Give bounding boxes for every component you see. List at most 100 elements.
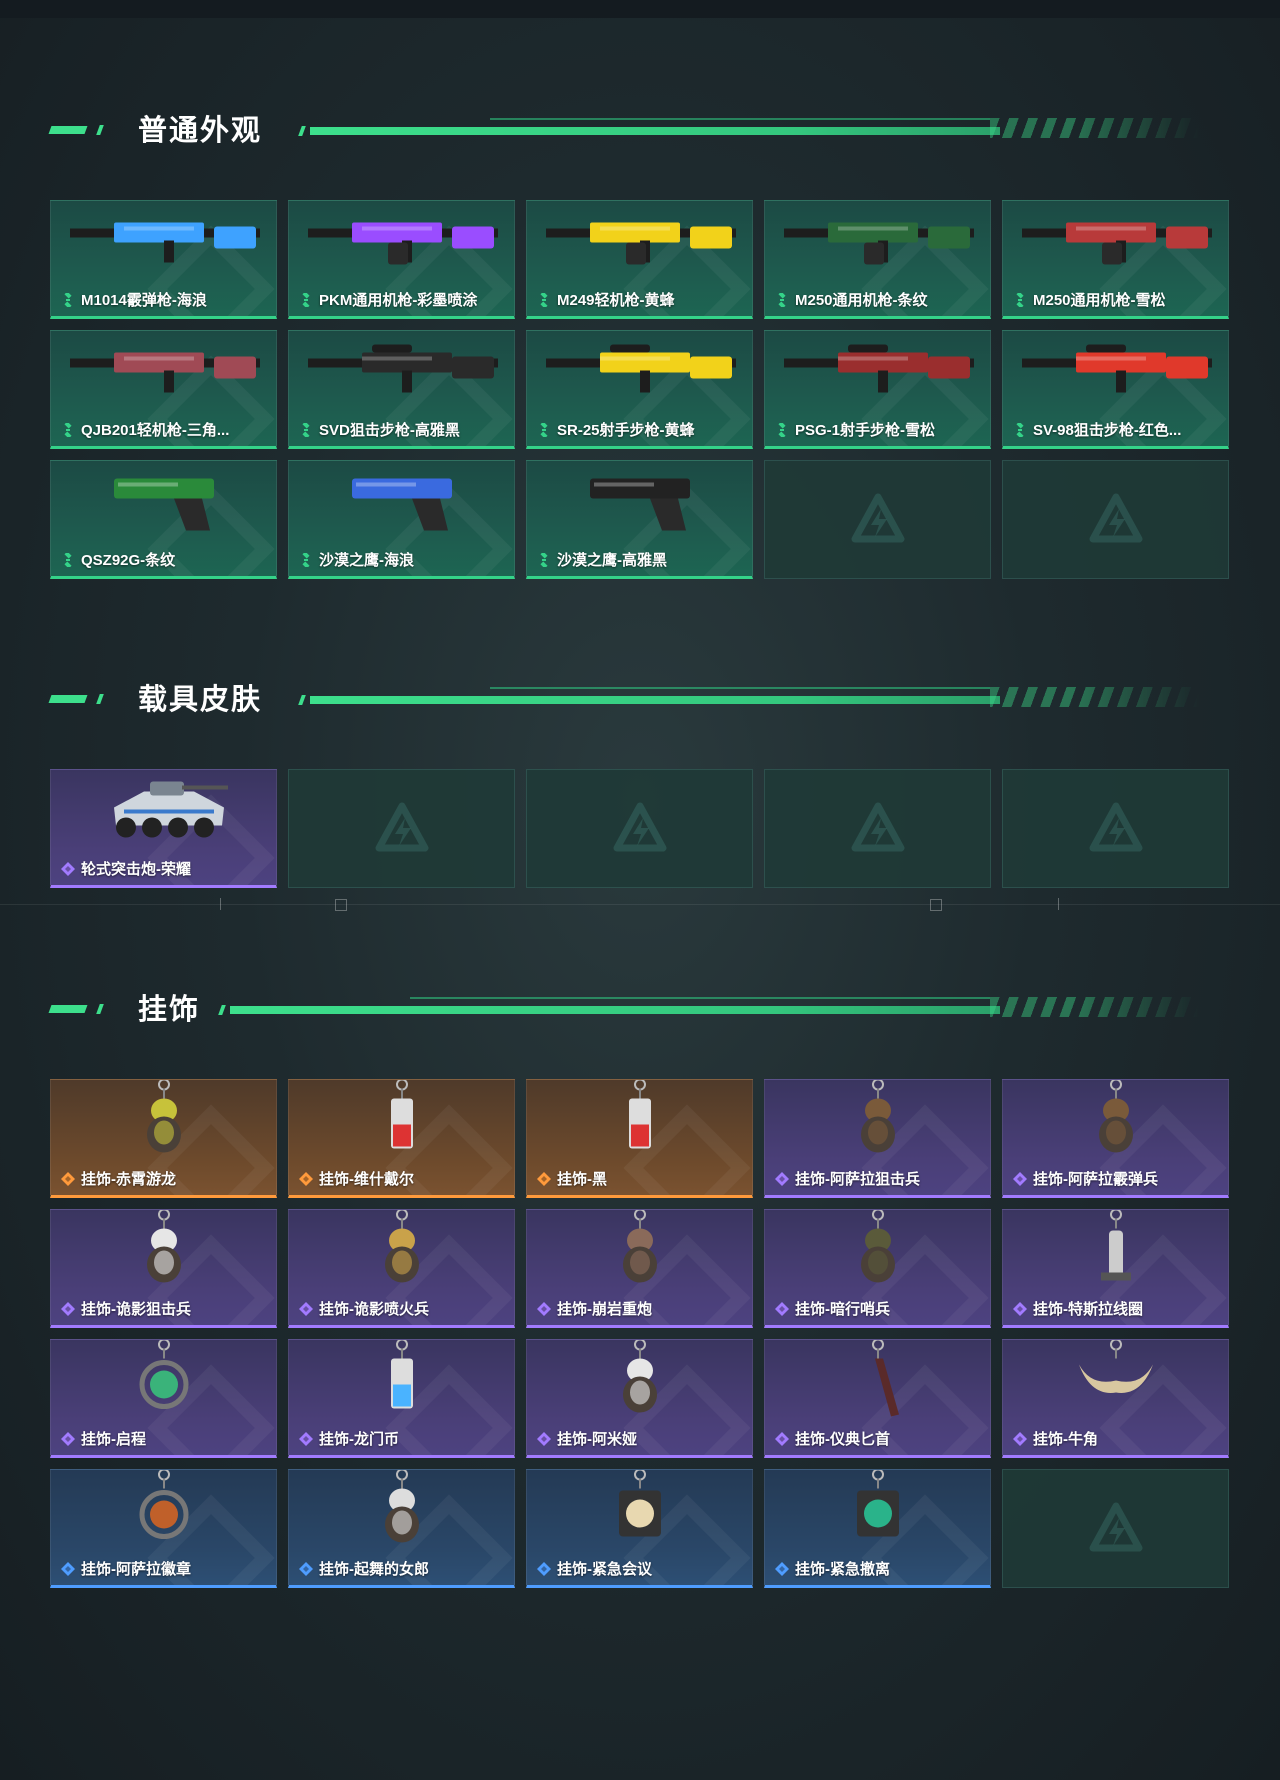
item-card[interactable]: 挂饰-龙门币 [288, 1339, 515, 1458]
item-card[interactable]: 挂饰-牛角 [1002, 1339, 1229, 1458]
item-card[interactable]: 挂饰-阿萨拉霰弹兵 [1002, 1079, 1229, 1198]
header-dash [48, 1005, 88, 1013]
item-name: 挂饰-仪典匕首 [795, 1431, 890, 1448]
item-label: SR-25射手步枪-黄蜂 [537, 419, 746, 440]
machine-gun-icon [302, 205, 502, 280]
item-label: 挂饰-崩岩重炮 [537, 1298, 746, 1319]
item-card[interactable]: M249轻机枪-黄蜂 [526, 200, 753, 319]
item-card[interactable]: SVD狙击步枪-高雅黑 [288, 330, 515, 449]
empty-slot[interactable] [1002, 769, 1229, 888]
item-name: 挂饰-诡影喷火兵 [319, 1301, 429, 1318]
empty-slot[interactable] [1002, 1469, 1229, 1588]
charm-badge-icon [119, 1470, 209, 1556]
item-label: 挂饰-阿萨拉狙击兵 [775, 1168, 984, 1189]
skin-grid: 轮式突击炮-荣耀 [50, 769, 1229, 888]
item-card[interactable]: SR-25射手步枪-黄蜂 [526, 330, 753, 449]
item-card[interactable]: 挂饰-阿萨拉狙击兵 [764, 1079, 991, 1198]
item-card[interactable]: QSZ92G-条纹 [50, 460, 277, 579]
item-card[interactable]: 轮式突击炮-荣耀 [50, 769, 277, 888]
empty-slot[interactable] [288, 769, 515, 888]
item-card[interactable]: 挂饰-特斯拉线圈 [1002, 1209, 1229, 1328]
item-label: 挂饰-阿萨拉霰弹兵 [1013, 1168, 1222, 1189]
item-name: SR-25射手步枪-黄蜂 [557, 422, 695, 439]
rarity-diamond-icon [61, 290, 75, 309]
item-name: 挂饰-诡影狙击兵 [81, 1301, 191, 1318]
item-name: 挂饰-起舞的女郎 [319, 1561, 429, 1578]
item-name: 沙漠之鹰-高雅黑 [557, 552, 667, 569]
skin-grid: M1014霰弹枪-海浪 PKM通用机枪-彩墨喷涂 M249轻机枪-黄蜂 M250通用机… [50, 200, 1229, 579]
item-label: PSG-1射手步枪-雪松 [775, 419, 984, 440]
item-card[interactable]: 挂饰-赤霄游龙 [50, 1079, 277, 1198]
item-card[interactable]: 沙漠之鹰-海浪 [288, 460, 515, 579]
charm-card-icon [357, 1080, 447, 1166]
charm-bunny-icon [595, 1340, 685, 1426]
placeholder-logo-icon [613, 802, 667, 856]
item-name: 挂饰-龙门币 [319, 1431, 399, 1448]
item-card[interactable]: 挂饰-暗行哨兵 [764, 1209, 991, 1328]
sniper-icon [540, 335, 740, 410]
empty-slot[interactable] [1002, 460, 1229, 579]
rarity-diamond-icon [299, 1431, 313, 1446]
empty-slot[interactable] [526, 769, 753, 888]
item-label: 挂饰-特斯拉线圈 [1013, 1298, 1222, 1319]
item-card[interactable]: PSG-1射手步枪-雪松 [764, 330, 991, 449]
rifle-icon [64, 335, 264, 410]
item-card[interactable]: 挂饰-仪典匕首 [764, 1339, 991, 1458]
item-card[interactable]: 挂饰-阿米娅 [526, 1339, 753, 1458]
rarity-diamond-icon [61, 550, 75, 569]
charm-bottle-icon [357, 1340, 447, 1426]
item-card[interactable]: 挂饰-起舞的女郎 [288, 1469, 515, 1588]
divider-square [335, 899, 347, 911]
top-band [0, 0, 1280, 18]
rarity-diamond-icon [1013, 1301, 1027, 1316]
item-label: 挂饰-牛角 [1013, 1428, 1222, 1449]
rarity-diamond-icon [537, 1171, 551, 1186]
item-card[interactable]: SV-98狙击步枪-红色... [1002, 330, 1229, 449]
item-card[interactable]: 挂饰-诡影喷火兵 [288, 1209, 515, 1328]
item-card[interactable]: 挂饰-黑 [526, 1079, 753, 1198]
item-card[interactable]: 沙漠之鹰-高雅黑 [526, 460, 753, 579]
empty-slot[interactable] [764, 769, 991, 888]
charm-medal-icon [119, 1340, 209, 1426]
placeholder-logo-icon [1089, 802, 1143, 856]
header-bar [218, 997, 1200, 1017]
item-name: 轮式突击炮-荣耀 [81, 861, 191, 878]
item-card[interactable]: M250通用机枪-条纹 [764, 200, 991, 319]
item-label: 挂饰-仪典匕首 [775, 1428, 984, 1449]
charm-meeting-icon [595, 1470, 685, 1556]
rarity-diamond-icon [61, 1431, 75, 1446]
item-card[interactable]: 挂饰-维什戴尔 [288, 1079, 515, 1198]
item-label: 挂饰-紧急会议 [537, 1558, 746, 1579]
item-card[interactable]: 挂饰-紧急撤离 [764, 1469, 991, 1588]
item-label: M250通用机枪-雪松 [1013, 289, 1222, 310]
item-card[interactable]: 挂饰-紧急会议 [526, 1469, 753, 1588]
charm-figure-icon [595, 1210, 685, 1296]
section-normal-skins: 普通外观 M1014霰弹枪-海浪 PKM通用机枪-彩墨喷涂 M249轻机枪-黄蜂 M2… [48, 108, 1230, 579]
item-name: QJB201轻机枪-三角... [81, 422, 230, 439]
item-label: 沙漠之鹰-高雅黑 [537, 549, 746, 570]
section-charms: 挂饰 挂饰-赤霄游龙 挂饰-维什戴尔 挂饰-黑 挂饰-阿萨拉狙击兵 挂饰-阿萨拉霰弹兵挂… [48, 987, 1230, 1588]
item-card[interactable]: 挂饰-启程 [50, 1339, 277, 1458]
item-label: 挂饰-维什戴尔 [299, 1168, 508, 1189]
charm-bird-icon [119, 1210, 209, 1296]
pistol-icon [64, 465, 264, 540]
item-card[interactable]: PKM通用机枪-彩墨喷涂 [288, 200, 515, 319]
rarity-diamond-icon [775, 1431, 789, 1446]
empty-slot[interactable] [764, 460, 991, 579]
charm-soldier-icon [833, 1080, 923, 1166]
pistol-icon [540, 465, 740, 540]
item-card[interactable]: M1014霰弹枪-海浪 [50, 200, 277, 319]
item-name: M1014霰弹枪-海浪 [81, 292, 207, 309]
item-name: PKM通用机枪-彩墨喷涂 [319, 292, 478, 309]
item-card[interactable]: QJB201轻机枪-三角... [50, 330, 277, 449]
item-card[interactable]: M250通用机枪-雪松 [1002, 200, 1229, 319]
rarity-diamond-icon [61, 1561, 75, 1576]
item-name: 挂饰-赤霄游龙 [81, 1171, 176, 1188]
rarity-diamond-icon [537, 1431, 551, 1446]
item-card[interactable]: 挂饰-阿萨拉徽章 [50, 1469, 277, 1588]
item-name: 挂饰-阿米娅 [557, 1431, 637, 1448]
section-header: 挂饰 [48, 987, 1230, 1031]
item-card[interactable]: 挂饰-崩岩重炮 [526, 1209, 753, 1328]
charm-card-icon [595, 1080, 685, 1166]
item-card[interactable]: 挂饰-诡影狙击兵 [50, 1209, 277, 1328]
